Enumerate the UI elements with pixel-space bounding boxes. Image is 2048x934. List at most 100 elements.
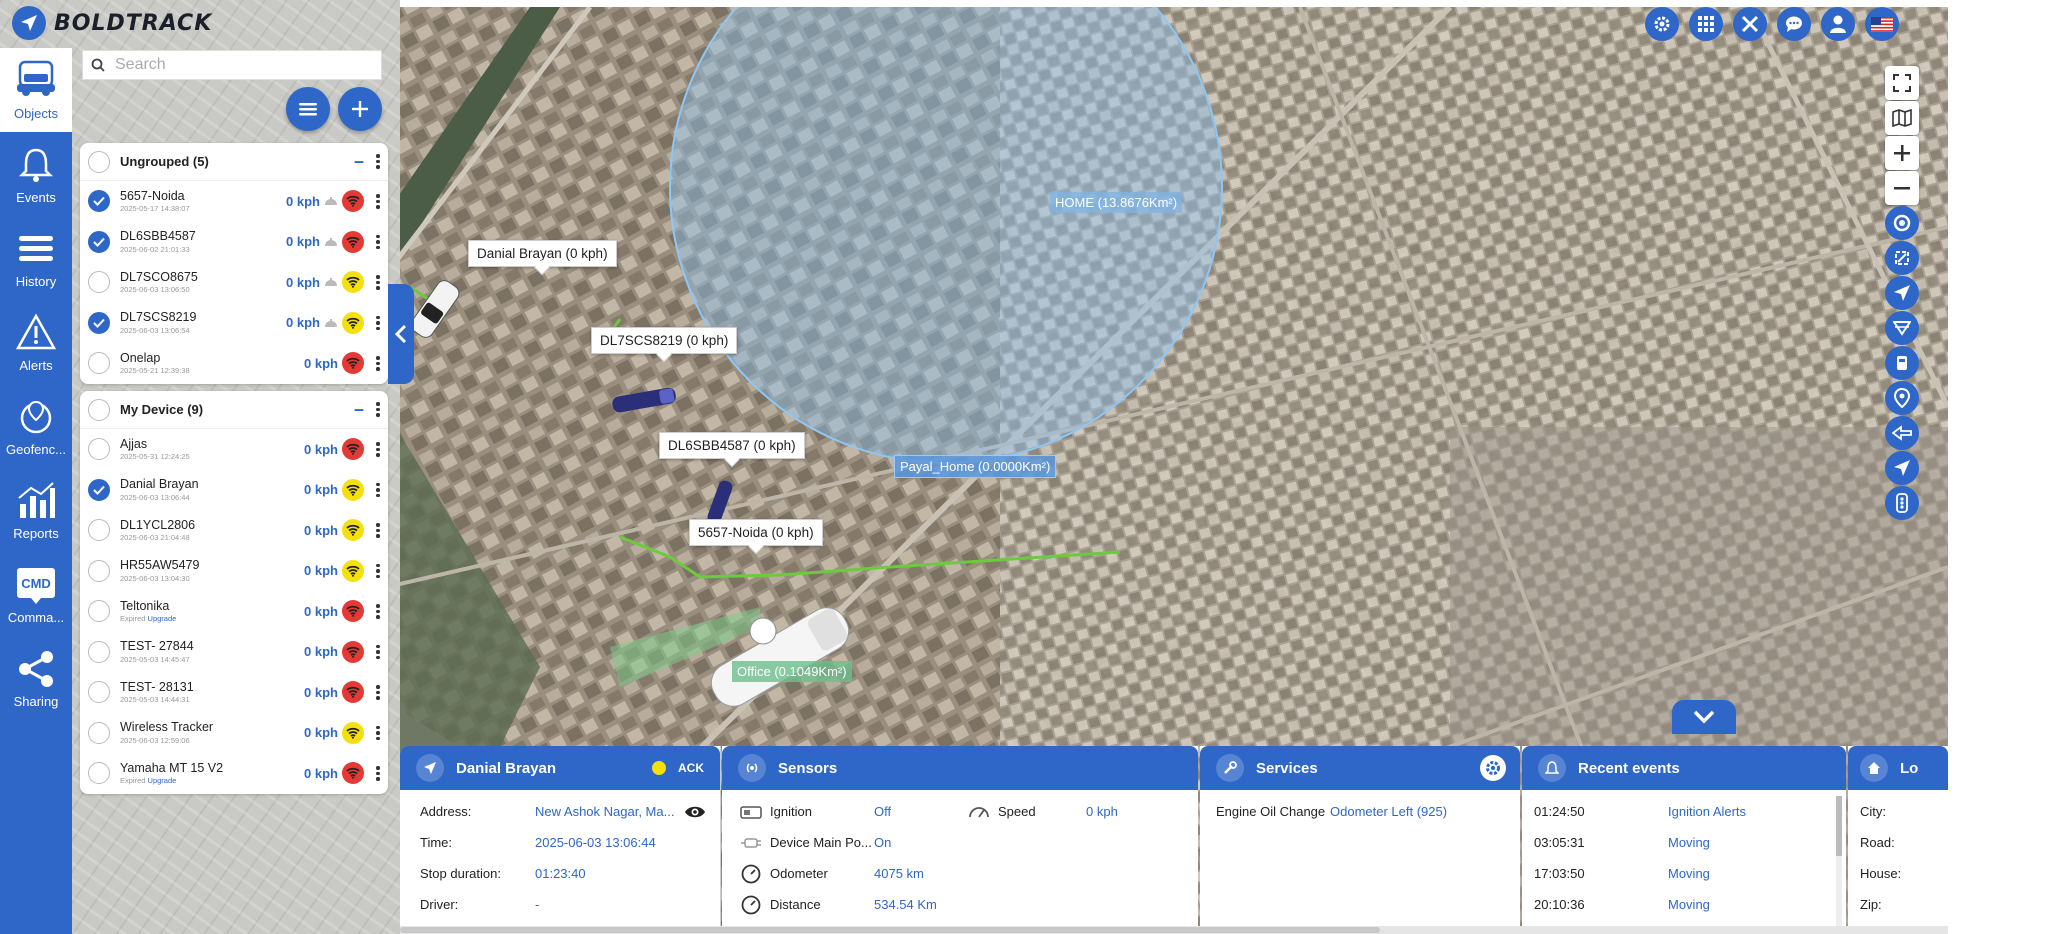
device-name: Yamaha MT 15 V2 xyxy=(120,760,224,775)
device-row[interactable]: DL1YCL2806 2025-06-03 21:04:48 0 kph xyxy=(80,510,388,551)
search-input[interactable] xyxy=(115,56,365,74)
ack-button[interactable]: ACK xyxy=(678,761,704,775)
device-menu-icon[interactable] xyxy=(368,234,388,249)
zoom-in-button[interactable] xyxy=(1885,136,1919,170)
device-checkbox[interactable] xyxy=(88,352,110,375)
device-row[interactable]: HR55AW5479 2025-06-03 13:04:30 0 kph xyxy=(80,551,388,592)
collapse-group-button[interactable]: – xyxy=(350,399,368,420)
events-scrollbar[interactable] xyxy=(1836,796,1842,926)
language-button[interactable] xyxy=(1865,7,1899,41)
filter-button[interactable] xyxy=(1885,311,1919,345)
eye-icon[interactable] xyxy=(684,805,706,819)
device-menu-icon[interactable] xyxy=(368,482,388,497)
device-row[interactable]: DL6SBB4587 2025-06-02 21:01:33 0 kph xyxy=(80,222,388,263)
expand-bottom-panel-button[interactable] xyxy=(1672,700,1736,734)
device-checkbox[interactable] xyxy=(88,640,110,663)
pin-button[interactable] xyxy=(1885,381,1919,415)
nav-reports[interactable]: Reports xyxy=(0,468,72,552)
device-menu-icon[interactable] xyxy=(368,725,388,740)
device-checkbox[interactable] xyxy=(88,230,110,253)
device-checkbox[interactable] xyxy=(88,681,110,704)
address-value[interactable]: New Ashok Nagar, Ma... xyxy=(535,804,684,819)
device-checkbox[interactable] xyxy=(88,190,110,213)
device-row[interactable]: Danial Brayan 2025-06-03 13:06:44 0 kph xyxy=(80,470,388,511)
nav-events[interactable]: Events xyxy=(0,132,72,216)
target-button[interactable] xyxy=(1885,206,1919,240)
nav-objects[interactable]: Objects xyxy=(0,48,72,132)
tools-button[interactable] xyxy=(1733,7,1767,41)
apps-button[interactable] xyxy=(1689,7,1723,41)
street-view-button[interactable] xyxy=(1885,346,1919,380)
device-checkbox[interactable] xyxy=(88,559,110,582)
event-row[interactable]: 03:05:31 Moving xyxy=(1534,827,1846,858)
device-row[interactable]: Ajjas 2025-05-31 12:24:25 0 kph xyxy=(80,429,388,470)
nav-geofence[interactable]: Geofenc... xyxy=(0,384,72,468)
device-checkbox[interactable] xyxy=(88,762,110,785)
device-checkbox[interactable] xyxy=(88,721,110,744)
recent-events-panel: Recent events 01:24:50 Ignition Alerts 03… xyxy=(1522,746,1846,934)
group-checkbox[interactable] xyxy=(88,150,110,173)
services-settings-button[interactable] xyxy=(1480,755,1506,781)
device-row[interactable]: DL7SCO8675 2025-06-03 13:06:50 0 kph xyxy=(80,262,388,303)
event-row[interactable]: 01:24:50 Ignition Alerts xyxy=(1534,796,1846,827)
navigate-button[interactable] xyxy=(1885,451,1919,485)
device-speed: 0 kph xyxy=(286,274,320,290)
nav-commands[interactable]: CMD Comma... xyxy=(0,552,72,636)
fit-bounds-button[interactable] xyxy=(1885,241,1919,275)
device-row[interactable]: TEST- 28131 2025-05-03 14:44:31 0 kph xyxy=(80,672,388,713)
device-checkbox[interactable] xyxy=(88,311,110,334)
group-menu-icon[interactable] xyxy=(368,154,388,169)
device-menu-icon[interactable] xyxy=(368,356,388,371)
horizontal-scrollbar[interactable] xyxy=(400,926,1948,934)
device-menu-icon[interactable] xyxy=(368,604,388,619)
device-row[interactable]: Onelap 2025-05-21 12:39:38 0 kph xyxy=(80,343,388,384)
fullscreen-button[interactable] xyxy=(1885,66,1919,100)
device-menu-icon[interactable] xyxy=(368,442,388,457)
settings-button[interactable] xyxy=(1645,7,1679,41)
device-menu-icon[interactable] xyxy=(368,766,388,781)
device-menu-icon[interactable] xyxy=(368,563,388,578)
device-menu-icon[interactable] xyxy=(368,275,388,290)
device-checkbox[interactable] xyxy=(88,438,110,461)
device-row[interactable]: 5657-Noida 2025-05-17 14:38:07 0 kph xyxy=(80,181,388,222)
group-checkbox[interactable] xyxy=(88,398,110,421)
device-row[interactable]: Wireless Tracker 2025-06-03 12:59:06 0 kph xyxy=(80,713,388,754)
device-menu-icon[interactable] xyxy=(368,644,388,659)
traffic-button[interactable] xyxy=(1885,486,1919,520)
vehicle-label-5657-noida[interactable]: 5657-Noida (0 kph) xyxy=(689,519,823,546)
device-row[interactable]: DL7SCS8219 2025-06-03 13:06:54 0 kph xyxy=(80,303,388,344)
event-row[interactable]: 20:10:36 Moving xyxy=(1534,889,1846,920)
device-checkbox[interactable] xyxy=(88,519,110,542)
locate-button[interactable] xyxy=(1885,276,1919,310)
collapse-group-button[interactable]: – xyxy=(350,151,368,172)
device-menu-icon[interactable] xyxy=(368,523,388,538)
upgrade-link[interactable]: Upgrade xyxy=(148,776,177,785)
device-menu-icon[interactable] xyxy=(368,315,388,330)
vehicle-label-danial-brayan[interactable]: Danial Brayan (0 kph) xyxy=(468,240,617,267)
upgrade-link[interactable]: Upgrade xyxy=(148,614,177,623)
device-checkbox[interactable] xyxy=(88,271,110,294)
map-layers-button[interactable] xyxy=(1885,101,1919,135)
vehicle-label-dl7scs8219[interactable]: DL7SCS8219 (0 kph) xyxy=(591,327,738,354)
zoom-out-button[interactable] xyxy=(1885,171,1919,205)
brand-logo[interactable]: BOLDTRACK xyxy=(12,3,212,43)
vehicle-label-dl6sbb4587[interactable]: DL6SBB4587 (0 kph) xyxy=(659,432,805,459)
device-menu-icon[interactable] xyxy=(368,194,388,209)
add-object-button[interactable] xyxy=(338,87,382,131)
nav-sharing[interactable]: Sharing xyxy=(0,636,72,720)
user-button[interactable] xyxy=(1821,7,1855,41)
device-checkbox[interactable] xyxy=(88,478,110,501)
group-list-button[interactable] xyxy=(286,87,330,131)
group-menu-icon[interactable] xyxy=(368,402,388,417)
ruler-button[interactable] xyxy=(1885,416,1919,450)
nav-history[interactable]: History xyxy=(0,216,72,300)
device-row[interactable]: Teltonika Expired Upgrade 0 kph xyxy=(80,591,388,632)
chat-button[interactable] xyxy=(1777,7,1811,41)
device-row[interactable]: TEST- 27844 2025-05-03 14:45:47 0 kph xyxy=(80,632,388,673)
device-row[interactable]: Yamaha MT 15 V2 Expired Upgrade 0 kph xyxy=(80,753,388,794)
device-menu-icon[interactable] xyxy=(368,685,388,700)
nav-alerts[interactable]: Alerts xyxy=(0,300,72,384)
device-checkbox[interactable] xyxy=(88,600,110,623)
collapse-panel-tab[interactable] xyxy=(388,284,414,384)
event-row[interactable]: 17:03:50 Moving xyxy=(1534,858,1846,889)
